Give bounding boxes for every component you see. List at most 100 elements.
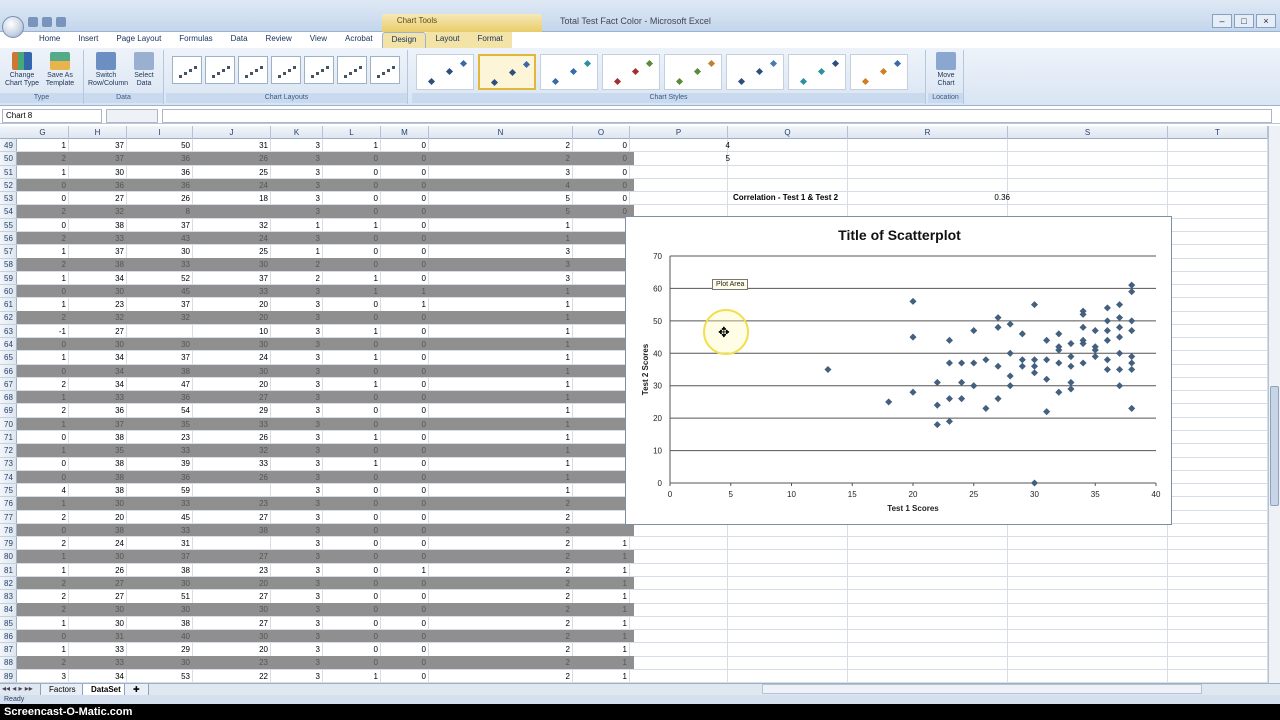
chart-layout-option[interactable] xyxy=(370,56,400,84)
data-point[interactable] xyxy=(1030,356,1039,364)
cell[interactable]: 1 xyxy=(323,272,381,285)
cell[interactable]: 26 xyxy=(193,152,271,165)
row-header[interactable]: 78 xyxy=(0,524,17,538)
cell[interactable]: 0 xyxy=(323,643,381,656)
data-point[interactable] xyxy=(1030,369,1039,377)
cell[interactable]: 36 xyxy=(127,391,193,404)
cell[interactable]: 3 xyxy=(271,564,323,577)
cell[interactable]: 31 xyxy=(193,139,271,152)
data-point[interactable] xyxy=(1018,330,1026,338)
data-point[interactable] xyxy=(1128,404,1136,412)
data-point[interactable] xyxy=(970,327,978,335)
column-header-m[interactable]: M xyxy=(381,126,429,139)
data-point[interactable] xyxy=(1116,323,1124,331)
cell[interactable]: 34 xyxy=(69,365,127,378)
data-point[interactable] xyxy=(1116,301,1124,309)
cell[interactable]: 38 xyxy=(69,431,127,444)
cell[interactable]: 3 xyxy=(271,471,323,484)
data-point[interactable] xyxy=(1103,304,1111,312)
cell[interactable]: 0 xyxy=(381,524,429,537)
cell[interactable]: 0 xyxy=(323,205,381,218)
cell[interactable]: 0 xyxy=(381,378,429,391)
cell[interactable]: 0 xyxy=(573,152,630,165)
tab-acrobat[interactable]: Acrobat xyxy=(336,32,382,48)
cell[interactable] xyxy=(573,391,630,404)
cell[interactable]: 40 xyxy=(127,630,193,643)
column-header-j[interactable]: J xyxy=(193,126,271,139)
column-header-k[interactable]: K xyxy=(271,126,323,139)
chart-layout-option[interactable] xyxy=(205,56,235,84)
data-point[interactable] xyxy=(945,417,953,425)
data-point[interactable] xyxy=(1067,352,1075,361)
cell[interactable]: 3 xyxy=(271,205,323,218)
row-header[interactable]: 59 xyxy=(0,272,17,286)
cell[interactable]: 39 xyxy=(127,457,193,470)
data-point[interactable] xyxy=(1043,408,1051,416)
cell[interactable]: 0 xyxy=(381,179,429,192)
chart-layout-option[interactable] xyxy=(337,56,367,84)
cell[interactable]: 30 xyxy=(69,603,127,616)
cell[interactable]: 30 xyxy=(69,497,127,510)
row-header[interactable]: 84 xyxy=(0,603,17,617)
data-point[interactable] xyxy=(1091,352,1099,361)
cell[interactable]: 37 xyxy=(69,245,127,258)
cell[interactable]: 34 xyxy=(69,351,127,364)
cell[interactable]: 2 xyxy=(429,670,573,683)
cell[interactable]: 0 xyxy=(17,338,69,351)
cell[interactable]: 0 xyxy=(323,298,381,311)
cell[interactable]: 25 xyxy=(193,166,271,179)
chart-style-option[interactable] xyxy=(602,54,660,90)
row-header[interactable]: 65 xyxy=(0,351,17,365)
cell[interactable]: 1 xyxy=(429,391,573,404)
cell[interactable]: 1 xyxy=(573,656,630,669)
cell[interactable]: 1 xyxy=(573,603,630,616)
cell[interactable]: 27 xyxy=(69,325,127,338)
cell[interactable]: 2 xyxy=(429,152,573,165)
cell[interactable]: 33 xyxy=(69,643,127,656)
cell[interactable]: 0 xyxy=(381,351,429,364)
cell[interactable]: 2 xyxy=(271,258,323,271)
cell[interactable]: 2 xyxy=(429,550,573,563)
cell[interactable]: 3 xyxy=(271,617,323,630)
cell[interactable]: 54 xyxy=(127,404,193,417)
cell[interactable]: 1 xyxy=(17,497,69,510)
cell[interactable]: 0 xyxy=(381,471,429,484)
cell[interactable]: 0 xyxy=(381,338,429,351)
cell[interactable]: 37 xyxy=(127,550,193,563)
cell[interactable]: 0 xyxy=(573,192,630,205)
cell[interactable]: 0 xyxy=(381,232,429,245)
cell[interactable]: 51 xyxy=(127,590,193,603)
cell[interactable]: 1 xyxy=(323,431,381,444)
cell[interactable] xyxy=(573,418,630,431)
cell[interactable]: 2 xyxy=(17,511,69,524)
cell[interactable]: 59 xyxy=(127,484,193,497)
cell[interactable]: 30 xyxy=(193,630,271,643)
cell[interactable] xyxy=(573,219,630,232)
data-point[interactable] xyxy=(933,378,941,387)
row-header[interactable]: 57 xyxy=(0,245,17,259)
cell[interactable]: 1 xyxy=(429,431,573,444)
cell[interactable]: 0 xyxy=(323,524,381,537)
x-tick-label[interactable]: 35 xyxy=(1091,490,1100,499)
cell[interactable]: 38 xyxy=(69,524,127,537)
data-point[interactable] xyxy=(1055,330,1063,338)
cell[interactable]: 45 xyxy=(127,285,193,298)
cell[interactable]: 1 xyxy=(271,245,323,258)
cell[interactable]: 20 xyxy=(193,643,271,656)
x-tick-label[interactable]: 5 xyxy=(729,490,734,499)
cell[interactable]: 0 xyxy=(323,577,381,590)
cell[interactable]: 32 xyxy=(127,311,193,324)
cell[interactable]: 2 xyxy=(17,590,69,603)
cell[interactable]: 1 xyxy=(17,643,69,656)
cell[interactable]: 34 xyxy=(69,272,127,285)
cell[interactable]: 3 xyxy=(271,351,323,364)
cell[interactable]: 0 xyxy=(323,444,381,457)
cell[interactable]: 38 xyxy=(127,365,193,378)
cell[interactable]: 1 xyxy=(17,391,69,404)
cell[interactable]: 18 xyxy=(193,192,271,205)
data-point[interactable] xyxy=(1103,336,1111,344)
cell[interactable]: 0 xyxy=(381,577,429,590)
cell[interactable]: 0 xyxy=(323,232,381,245)
cell[interactable]: 32 xyxy=(69,205,127,218)
row-header[interactable]: 75 xyxy=(0,484,17,498)
